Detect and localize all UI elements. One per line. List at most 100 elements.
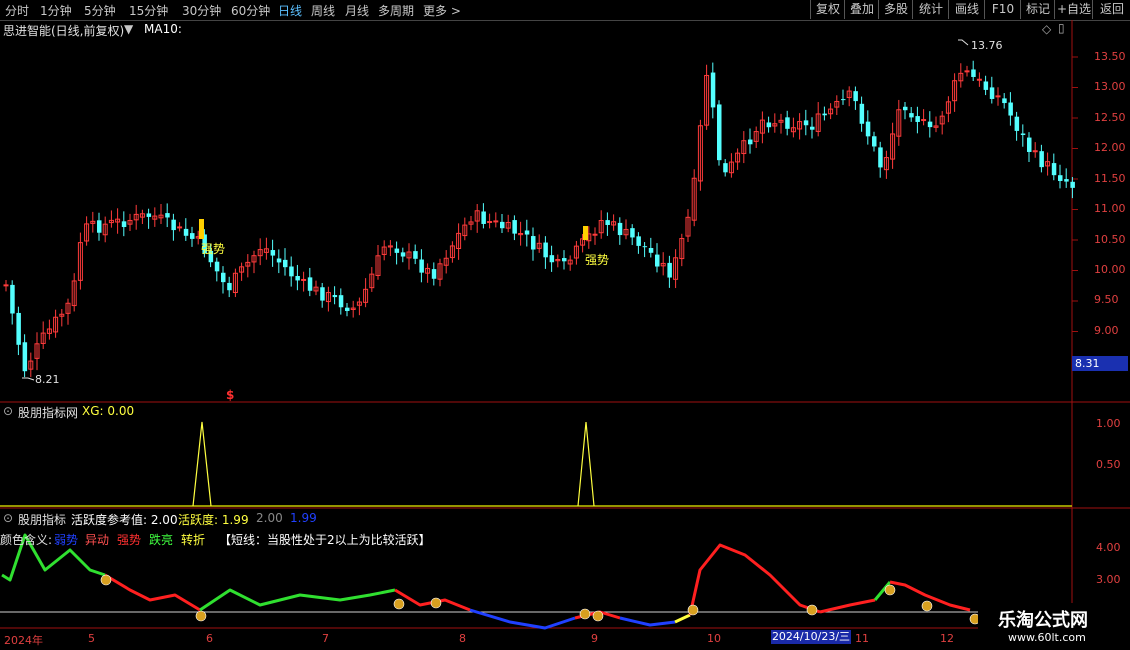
- watermark: 乐淘公式网 www.60lt.com: [978, 603, 1130, 650]
- price-tick: 13.00: [1094, 80, 1126, 93]
- candle-body: [307, 277, 313, 291]
- candle-body: [872, 136, 877, 147]
- active-value: 活跃度: 1.99: [178, 513, 249, 527]
- xg-value: XG: 0.00: [82, 404, 135, 418]
- candle-body: [865, 121, 871, 137]
- candle-body: [1064, 179, 1069, 182]
- activity-line: [469, 608, 576, 630]
- candle-body: [214, 261, 220, 272]
- candle-body: [394, 248, 400, 253]
- diamond-icon[interactable]: ◇: [1042, 22, 1051, 36]
- candle-body: [332, 295, 338, 298]
- strong-signal-label: 强势: [201, 242, 226, 256]
- candle-body: [964, 70, 970, 73]
- legend-note: 【短线：当股性处于2以上为比较活跃】: [219, 533, 431, 547]
- money-bag-icon: [921, 600, 933, 612]
- money-bag-icon: [579, 608, 591, 620]
- candle-body: [121, 221, 127, 228]
- watermark-title: 乐淘公式网: [998, 610, 1088, 631]
- candle-body: [177, 226, 183, 229]
- price-tick: 11.00: [1094, 202, 1126, 215]
- candle-body: [1039, 151, 1044, 168]
- candle-body: [549, 255, 555, 263]
- candle-body: [338, 295, 344, 308]
- candle-body: [617, 222, 623, 236]
- candle-body: [1051, 163, 1057, 176]
- candle-body: [413, 251, 418, 259]
- candle-body: [592, 233, 598, 236]
- price-tick: 9.00: [1094, 324, 1119, 337]
- panel-maximize-icon[interactable]: ▯: [1058, 21, 1065, 35]
- kline-chart[interactable]: [0, 0, 1130, 650]
- candle-body: [481, 211, 486, 224]
- candle-body: [878, 147, 883, 168]
- candle-body: [295, 275, 300, 281]
- candle-body: [989, 87, 995, 99]
- candle-body: [276, 258, 282, 263]
- candle-body: [605, 220, 610, 225]
- price-tick: 10.00: [1094, 263, 1126, 276]
- active-ref-value: 活跃度参考值: 2.00: [71, 513, 178, 527]
- candle-body: [927, 121, 933, 128]
- candle-body: [190, 233, 195, 239]
- date-tick: 9: [591, 632, 598, 645]
- signal-candle: [583, 226, 588, 240]
- candle-body: [667, 262, 672, 278]
- candle-body: [822, 113, 827, 116]
- low-marker-line: [22, 377, 35, 381]
- price-tick: 11.50: [1094, 172, 1126, 185]
- legend-weak: 弱势: [54, 533, 79, 547]
- candle-body: [903, 106, 908, 111]
- value-3: 1.99: [290, 511, 317, 525]
- collapse-icon[interactable]: ▼: [124, 22, 133, 36]
- candle-body: [1032, 150, 1038, 153]
- collapse-icon[interactable]: ⊙: [3, 511, 13, 525]
- activity-line: [674, 613, 691, 624]
- date-tick: 6: [206, 632, 213, 645]
- candle-body: [419, 259, 424, 273]
- candle-body: [748, 139, 753, 145]
- activity-line: [819, 598, 876, 614]
- candle-body: [995, 95, 1001, 98]
- date-tick: 8: [459, 632, 466, 645]
- selected-date: 2024/10/23/三: [771, 630, 851, 644]
- candle-body: [648, 248, 654, 253]
- legend-prefix: 颜色含义:: [0, 533, 53, 547]
- candle-body: [493, 220, 499, 223]
- bottom-tick: 4.00: [1096, 541, 1121, 554]
- candle-body: [320, 287, 325, 301]
- candle-body: [636, 236, 641, 246]
- candle-body: [146, 213, 152, 217]
- xg-spike: [192, 421, 212, 507]
- candle-body: [921, 119, 927, 122]
- stock-title: 思进智能(日线,前复权): [3, 24, 125, 38]
- bottom-panel-title: 股朋指标: [18, 513, 67, 527]
- candle-body: [270, 250, 276, 256]
- money-bag-icon: [430, 597, 442, 609]
- date-tick: 12: [940, 632, 954, 645]
- candle-body: [1058, 175, 1063, 181]
- high-marker-line: [958, 39, 969, 46]
- candle-body: [630, 228, 635, 238]
- candle-body: [642, 246, 648, 248]
- candle-body: [810, 126, 815, 130]
- candle-body: [531, 236, 536, 250]
- candle-body: [1027, 137, 1032, 152]
- candle-body: [221, 272, 226, 283]
- money-bag-icon: [100, 574, 112, 586]
- candle-body: [543, 242, 548, 258]
- candle-body: [1008, 102, 1013, 116]
- legend-move: 异动: [85, 533, 110, 547]
- candle-body: [10, 284, 15, 314]
- candle-body: [562, 258, 567, 262]
- candle-body: [853, 91, 858, 102]
- price-tick: 12.00: [1094, 141, 1126, 154]
- bottom-tick: 3.00: [1096, 573, 1121, 586]
- candle-body: [909, 113, 914, 118]
- candle-body: [400, 252, 406, 257]
- candle-body: [841, 99, 846, 101]
- current-price-tag: 8.31: [1072, 356, 1128, 371]
- candle-body: [301, 278, 307, 281]
- collapse-icon[interactable]: ⊙: [3, 404, 13, 418]
- candle-body: [1002, 98, 1007, 104]
